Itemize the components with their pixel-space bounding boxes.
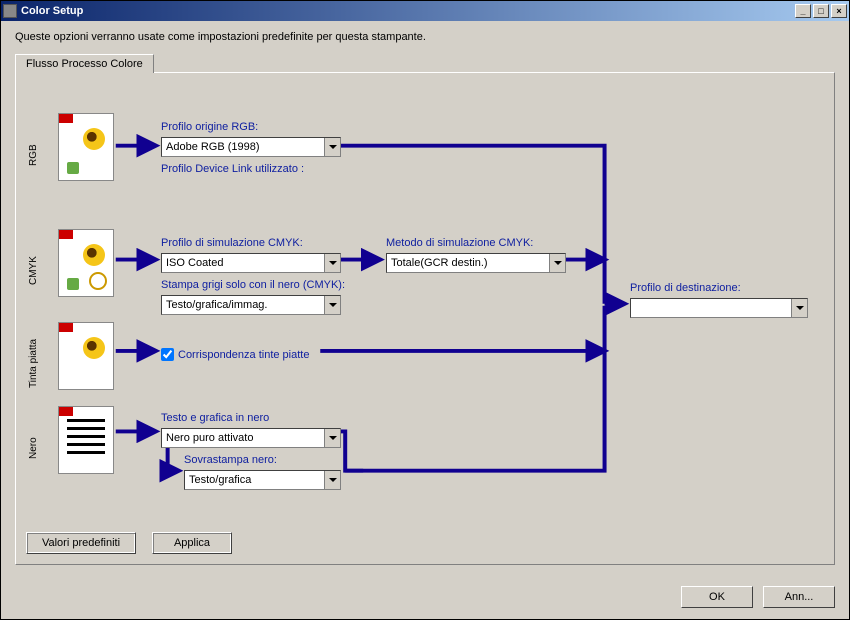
apply-button[interactable]: Applica [152, 532, 232, 554]
defaults-button[interactable]: Valori predefiniti [26, 532, 136, 554]
dialog-footer: OK Ann... [1, 575, 849, 619]
label-black-overprint: Sovrastampa nero: [184, 454, 277, 466]
label-black-text-graphics: Testo e grafica in nero [161, 412, 269, 424]
inner-button-row: Valori predefiniti Applica [26, 532, 232, 554]
combo-cmyk-sim-profile-value: ISO Coated [162, 257, 324, 269]
maximize-button[interactable]: □ [813, 4, 829, 18]
close-button[interactable]: × [831, 4, 847, 18]
chevron-down-icon [549, 254, 565, 272]
chevron-down-icon [324, 296, 340, 314]
color-setup-window: Color Setup _ □ × Queste opzioni verrann… [0, 0, 850, 620]
section-label-rgb: RGB [28, 125, 39, 185]
thumb-black-icon [58, 406, 114, 474]
label-cmyk-sim-method: Metodo di simulazione CMYK: [386, 237, 533, 249]
combo-black-text-graphics-value: Nero puro attivato [162, 432, 324, 444]
content-area: Queste opzioni verranno usate come impos… [1, 21, 849, 575]
combo-black-text-graphics[interactable]: Nero puro attivato [161, 428, 341, 448]
chevron-down-icon [324, 429, 340, 447]
combo-cmyk-sim-method[interactable]: Totale(GCR destin.) [386, 253, 566, 273]
tab-panel: RGB CMYK Tinta piatta Nero Profilo origi… [15, 72, 835, 565]
thumb-cmyk-icon [58, 229, 114, 297]
thumb-spot-icon [58, 322, 114, 390]
combo-gray-black-only-value: Testo/grafica/immag. [162, 299, 324, 311]
thumb-rgb-icon [58, 113, 114, 181]
chevron-down-icon [324, 254, 340, 272]
tab-color-flow[interactable]: Flusso Processo Colore [15, 54, 154, 73]
combo-rgb-source[interactable]: Adobe RGB (1998) [161, 137, 341, 157]
chevron-down-icon [324, 471, 340, 489]
combo-rgb-source-value: Adobe RGB (1998) [162, 141, 324, 153]
chevron-down-icon [791, 299, 807, 317]
titlebar: Color Setup _ □ × [1, 1, 849, 21]
flow-diagram [16, 73, 834, 564]
label-gray-black-only: Stampa grigi solo con il nero (CMYK): [161, 279, 345, 291]
label-output-profile: Profilo di destinazione: [630, 282, 741, 294]
intro-text: Queste opzioni verranno usate come impos… [15, 31, 835, 43]
section-label-cmyk: CMYK [28, 241, 39, 301]
combo-black-overprint-value: Testo/grafica [185, 474, 324, 486]
minimize-button[interactable]: _ [795, 4, 811, 18]
combo-cmyk-sim-method-value: Totale(GCR destin.) [387, 257, 549, 269]
combo-output-profile[interactable] [630, 298, 808, 318]
label-cmyk-sim-profile: Profilo di simulazione CMYK: [161, 237, 303, 249]
cancel-button[interactable]: Ann... [763, 586, 835, 608]
label-device-link: Profilo Device Link utilizzato : [161, 163, 304, 175]
ok-button[interactable]: OK [681, 586, 753, 608]
combo-gray-black-only[interactable]: Testo/grafica/immag. [161, 295, 341, 315]
label-rgb-source: Profilo origine RGB: [161, 121, 258, 133]
checkbox-spot-match-label: Corrispondenza tinte piatte [178, 349, 309, 361]
window-buttons: _ □ × [795, 4, 847, 18]
combo-cmyk-sim-profile[interactable]: ISO Coated [161, 253, 341, 273]
app-icon [3, 4, 17, 18]
tab-header: Flusso Processo Colore [15, 53, 835, 72]
section-label-spot: Tinta piatta [28, 328, 39, 398]
section-label-black: Nero [28, 418, 39, 478]
combo-black-overprint[interactable]: Testo/grafica [184, 470, 341, 490]
chevron-down-icon [324, 138, 340, 156]
checkbox-spot-match-input[interactable] [161, 348, 174, 361]
checkbox-spot-match[interactable]: Corrispondenza tinte piatte [161, 348, 309, 361]
window-title: Color Setup [21, 5, 795, 17]
